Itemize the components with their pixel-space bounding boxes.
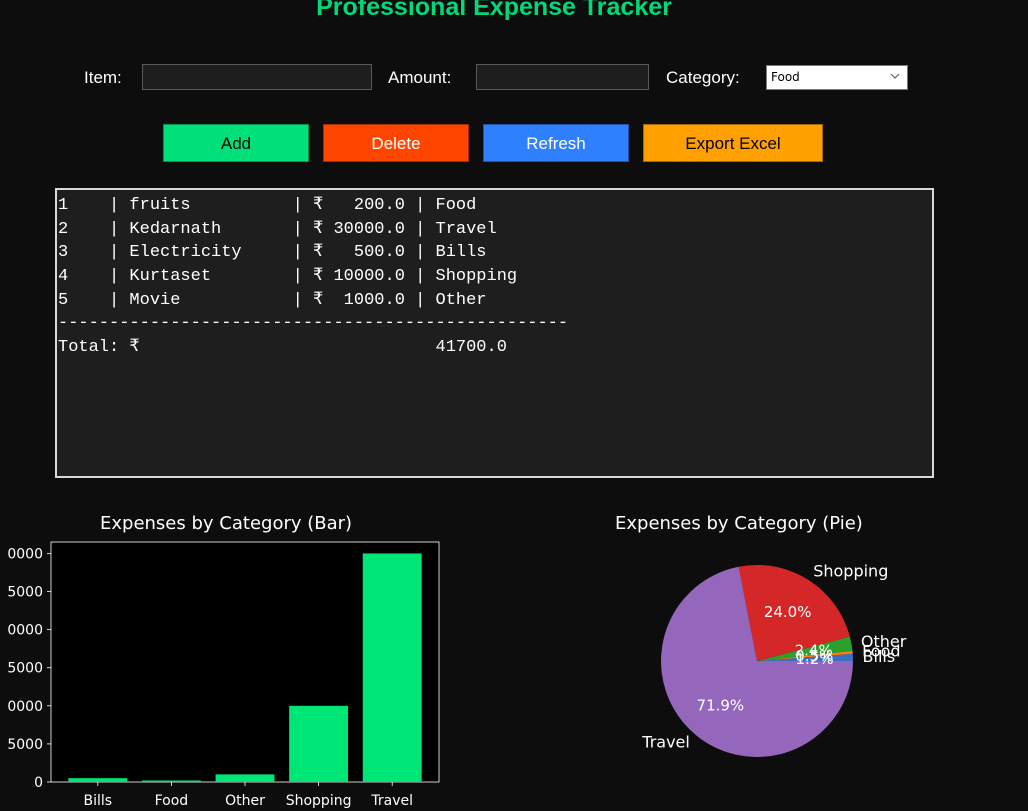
pie-label: Shopping bbox=[813, 562, 888, 581]
app-title: Professional Expense Tracker bbox=[316, 0, 672, 21]
bar bbox=[141, 780, 201, 782]
pie-label: Other bbox=[861, 632, 907, 651]
list-item[interactable]: 4 | Kurtaset | ₹ 10000.0 | Shopping bbox=[58, 265, 932, 289]
y-tick-label: 5000 bbox=[7, 737, 43, 753]
add-button[interactable]: Add bbox=[163, 124, 309, 162]
x-tick-label: Food bbox=[155, 793, 189, 809]
export-excel-button[interactable]: Export Excel bbox=[643, 124, 823, 162]
expense-list[interactable]: 1 | fruits | ₹ 200.0 | Food 2 | Kedarnat… bbox=[55, 188, 934, 478]
item-input[interactable] bbox=[142, 64, 372, 90]
x-tick-label: Bills bbox=[84, 793, 113, 809]
list-item[interactable]: 5 | Movie | ₹ 1000.0 | Other bbox=[58, 289, 932, 313]
item-label: Item: bbox=[84, 68, 122, 87]
pie-percent-label: 24.0% bbox=[764, 603, 812, 621]
list-separator: ----------------------------------------… bbox=[58, 314, 569, 334]
y-tick-label: 0000 bbox=[7, 699, 43, 715]
amount-input[interactable] bbox=[476, 64, 649, 90]
list-item[interactable]: 1 | fruits | ₹ 200.0 | Food bbox=[58, 194, 932, 218]
bar-chart-title: Expenses by Category (Bar) bbox=[100, 513, 353, 534]
chevron-down-icon bbox=[890, 73, 900, 79]
x-tick-label: Other bbox=[225, 793, 265, 809]
pie-chart-title: Expenses by Category (Pie) bbox=[615, 513, 863, 534]
y-tick-label: 0 bbox=[34, 775, 43, 791]
pie-chart: BillsFoodOtherShoppingTravel1.2%0.5%2.4%… bbox=[641, 562, 907, 757]
refresh-button[interactable]: Refresh bbox=[483, 124, 629, 162]
bar bbox=[289, 705, 349, 782]
y-tick-label: 5000 bbox=[7, 585, 43, 601]
bar bbox=[68, 778, 128, 782]
bar bbox=[215, 774, 275, 782]
list-item[interactable]: 2 | Kedarnath | ₹ 30000.0 | Travel bbox=[58, 218, 932, 242]
total-row: Total: ₹ 41700.0 bbox=[58, 338, 507, 358]
y-tick-label: 5000 bbox=[7, 661, 43, 677]
y-tick-label: 0000 bbox=[7, 623, 43, 639]
category-label: Category: bbox=[666, 68, 740, 87]
pie-percent-label: 2.4% bbox=[795, 642, 833, 660]
list-item[interactable]: 3 | Electricity | ₹ 500.0 | Bills bbox=[58, 241, 932, 265]
amount-label: Amount: bbox=[388, 68, 452, 87]
bar bbox=[362, 553, 422, 782]
pie-percent-label: 71.9% bbox=[697, 696, 745, 714]
pie-label: Travel bbox=[641, 732, 690, 751]
delete-button[interactable]: Delete bbox=[323, 124, 469, 162]
y-tick-label: 0000 bbox=[7, 546, 43, 562]
category-select[interactable]: Food bbox=[766, 65, 908, 90]
x-tick-label: Travel bbox=[370, 793, 413, 809]
category-select-value: Food bbox=[771, 70, 800, 84]
bar-chart: 0 5000 0000 5000 0000 5000 0000 Bills Food Other S… bbox=[7, 541, 440, 809]
x-tick-label: Shopping bbox=[286, 793, 352, 809]
